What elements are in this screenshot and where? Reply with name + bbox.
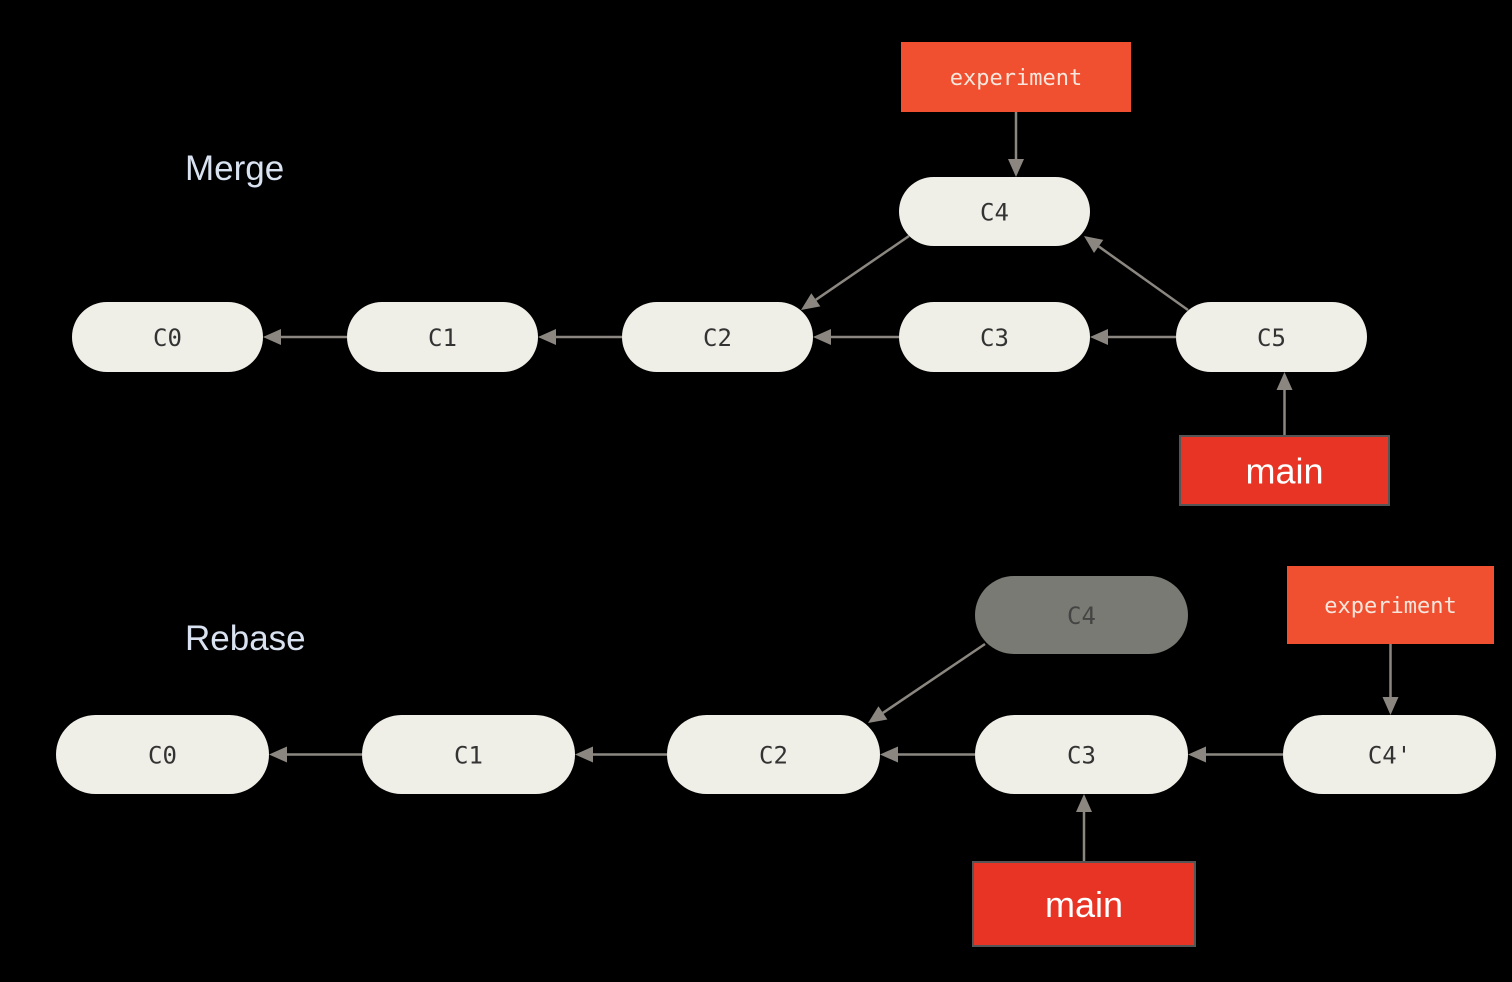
- arrowhead-icon: [801, 293, 821, 310]
- commit-rebase-C4p: C4': [1283, 715, 1496, 794]
- branch-label-rebase-experiment: experiment: [1287, 566, 1494, 644]
- edge-rebase-C2-to-C1: [575, 746, 667, 763]
- edge-merge-C5-to-C3: [1090, 329, 1176, 345]
- branch-arrow-merge-experiment: [1008, 112, 1024, 177]
- commit-label: C4: [980, 199, 1009, 227]
- arrowhead-icon: [868, 706, 888, 723]
- arrowhead-icon: [1188, 746, 1206, 763]
- branch-label-merge-experiment: experiment: [901, 42, 1131, 112]
- edge-line: [882, 642, 986, 714]
- branch-name: experiment: [950, 66, 1082, 91]
- commit-merge-C3: C3: [899, 302, 1090, 372]
- commit-label: C3: [980, 324, 1009, 352]
- arrowhead-icon: [538, 329, 556, 345]
- branch-name: experiment: [1324, 594, 1456, 619]
- commit-label: C1: [454, 742, 483, 770]
- commit-merge-C5: C5: [1176, 302, 1367, 372]
- arrowhead-icon: [269, 746, 287, 763]
- commit-rebase-C2: C2: [667, 715, 880, 794]
- arrowhead-icon: [880, 746, 898, 763]
- commit-label: C5: [1257, 324, 1286, 352]
- arrowhead-icon: [1084, 236, 1104, 253]
- edge-merge-C4-to-C2: [801, 234, 910, 310]
- branch-name: main: [1245, 451, 1323, 492]
- commit-label: C4: [1067, 602, 1096, 630]
- commit-rebase-C0: C0: [56, 715, 269, 794]
- commit-merge-C0: C0: [72, 302, 263, 372]
- edge-merge-C1-to-C0: [263, 329, 347, 345]
- edge-line: [1097, 245, 1189, 312]
- arrowhead-icon: [1076, 794, 1092, 812]
- edge-rebase-C4p-to-C3: [1188, 746, 1283, 763]
- edge-merge-C2-to-C1: [538, 329, 622, 345]
- arrowhead-icon: [1276, 372, 1293, 390]
- edge-rebase-C4-to-C2: [868, 642, 986, 723]
- commit-label: C2: [703, 324, 732, 352]
- arrowhead-icon: [575, 746, 593, 763]
- edge-line: [815, 234, 910, 301]
- commit-label: C1: [428, 324, 457, 352]
- branch-arrow-rebase-main: [1076, 794, 1092, 862]
- branch-name: main: [1045, 884, 1123, 925]
- commit-label: C0: [148, 742, 177, 770]
- arrowhead-icon: [263, 329, 281, 345]
- commit-rebase-C4: C4: [975, 576, 1188, 654]
- git-merge-vs-rebase-diagram: C0 C1 C2 C3 C4 C5 C0 C1 C2 C3 C4 C4' Merge experimen…: [0, 0, 1512, 982]
- branch-label-rebase-main: main: [972, 861, 1196, 947]
- commit-label: C0: [153, 324, 182, 352]
- section-title-merge: Merge: [185, 149, 284, 188]
- edge-rebase-C1-to-C0: [269, 746, 362, 763]
- edge-rebase-C3-to-C2: [880, 746, 975, 763]
- arrowhead-icon: [1008, 159, 1024, 177]
- edge-merge-C5-to-C4: [1084, 236, 1189, 312]
- edge-merge-C3-to-C2: [813, 329, 899, 345]
- arrowhead-icon: [1382, 697, 1399, 715]
- arrowhead-icon: [1090, 329, 1108, 345]
- commit-rebase-C1: C1: [362, 715, 575, 794]
- commit-merge-C4: C4: [899, 177, 1090, 246]
- commit-label: C4': [1368, 742, 1411, 770]
- commit-merge-C1: C1: [347, 302, 538, 372]
- branch-arrow-merge-main: [1276, 372, 1293, 436]
- commit-rebase-C3: C3: [975, 715, 1188, 794]
- commit-label: C3: [1067, 742, 1096, 770]
- branch-arrow-rebase-experiment: [1382, 644, 1399, 715]
- section-title-rebase: Rebase: [185, 619, 306, 658]
- commit-merge-C2: C2: [622, 302, 813, 372]
- commit-label: C2: [759, 742, 788, 770]
- arrowhead-icon: [813, 329, 831, 345]
- branch-label-merge-main: main: [1179, 435, 1390, 506]
